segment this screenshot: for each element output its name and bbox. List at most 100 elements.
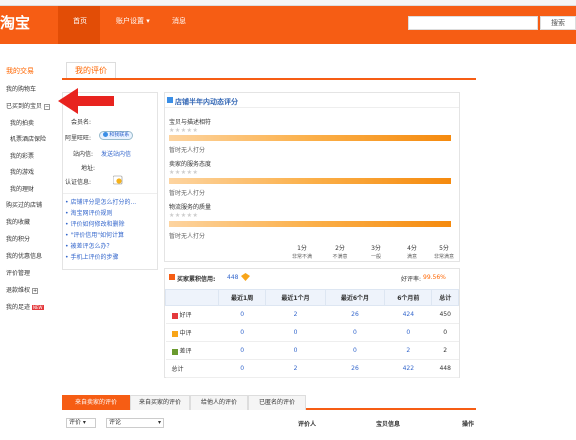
- help-link-mobile[interactable]: • 手机上评价的步骤: [65, 252, 118, 261]
- comment-filter-select[interactable]: 评论 ▾: [106, 418, 164, 428]
- tab-from-seller[interactable]: 来自卖家的评价: [62, 395, 130, 410]
- rating-label-service: 卖家的服务态度: [169, 161, 212, 168]
- search-button[interactable]: 搜索: [540, 16, 576, 30]
- no-score-service: 暂时无人打分: [169, 190, 206, 197]
- sidebar-item-games[interactable]: 我的游戏: [10, 167, 34, 176]
- sidebar-item-favorites[interactable]: 我的收藏: [6, 217, 30, 226]
- sidebar-item-lottery[interactable]: 我的彩票: [10, 151, 34, 160]
- good-month[interactable]: 2: [265, 305, 326, 324]
- filter-row: 评价 ▾ 评论 ▾ 评价人 宝贝信息 操作: [62, 418, 476, 432]
- col-week: 最近1周: [217, 289, 267, 306]
- sitemail-label: 站内信:: [73, 151, 94, 158]
- taobao-logo[interactable]: 淘宝: [0, 12, 30, 33]
- shop-rating-panel: 店铺半年内动态评分 宝贝与描述相符 ★★★★★ 暂时无人打分 卖家的服务态度 ★…: [164, 92, 460, 262]
- credit-score: 448: [227, 274, 239, 281]
- col-action: 操作: [462, 421, 475, 428]
- wangwang-label: 阿里旺旺:: [65, 135, 92, 142]
- credit-table-header: 最近1周 最近1个月 最近6个月 6个月前 总计: [165, 289, 459, 306]
- total-6months[interactable]: 26: [325, 359, 385, 378]
- nav-account-settings[interactable]: 账户设置 ▾: [116, 16, 150, 26]
- scale-2: 2分: [335, 245, 345, 252]
- neutral-review-icon: [171, 330, 178, 337]
- credit-title-icon: [169, 274, 175, 280]
- scale-1-label: 非常不满: [291, 254, 312, 260]
- sidebar-item-coupons[interactable]: 我的优惠信息: [6, 251, 42, 260]
- neutral-month[interactable]: 0: [265, 323, 326, 342]
- stars-logistics: ★★★★★: [169, 212, 199, 219]
- col-before-6months: 6个月前: [384, 289, 433, 306]
- send-sitemail-link[interactable]: 发送站内信: [101, 149, 131, 158]
- help-link-credit[interactable]: • "评价信用"如何计算: [65, 230, 124, 239]
- sidebar-group-trades: 我的交易: [6, 67, 34, 75]
- buyer-credit-panel: 买家累积信用: 448 好评率: 99.56% 最近1周 最近1个月 最近6个月…: [164, 268, 460, 378]
- expand-icon[interactable]: +: [32, 287, 39, 294]
- sidebar-item-refunds[interactable]: 退款维权 +: [6, 285, 39, 294]
- help-link-modify[interactable]: • 评价如何修改和删除: [65, 219, 124, 228]
- neutral-week[interactable]: 0: [218, 323, 266, 342]
- good-6months[interactable]: 26: [325, 305, 385, 324]
- scale-1: 1分: [297, 245, 307, 252]
- total-month[interactable]: 2: [265, 359, 326, 378]
- neutral-before[interactable]: 0: [384, 323, 432, 342]
- rating-label-description: 宝贝与描述相符: [169, 119, 212, 126]
- total-week[interactable]: 0: [218, 359, 266, 378]
- bad-before[interactable]: 2: [384, 341, 432, 360]
- neutral-total: 0: [431, 323, 459, 342]
- col-item-info: 宝贝信息: [376, 421, 401, 428]
- bad-week[interactable]: 0: [218, 341, 266, 360]
- col-total: 总计: [431, 289, 459, 306]
- nav-messages[interactable]: 消息: [172, 16, 186, 26]
- bad-total: 2: [431, 341, 459, 360]
- sidebar-item-shops[interactable]: 购买过的店铺: [6, 200, 42, 209]
- col-6months: 最近6个月: [324, 289, 386, 306]
- rating-bar-description: [169, 135, 451, 141]
- help-link-rules[interactable]: • 淘宝网评价规则: [65, 208, 112, 217]
- sidebar-item-bought[interactable]: 已买到的宝贝 −: [6, 101, 51, 110]
- scale-5-label: 非常满意: [433, 254, 454, 260]
- sidebar-item-reviews[interactable]: 评价管理: [6, 268, 30, 277]
- neutral-6months[interactable]: 0: [325, 323, 385, 342]
- sidebar-item-footprint[interactable]: 我的足迹 NEW: [6, 302, 44, 311]
- row-label-bad: 差评: [165, 341, 219, 360]
- good-week[interactable]: 0: [218, 305, 266, 324]
- bad-month[interactable]: 0: [265, 341, 326, 360]
- good-rate-label: 好评率:: [401, 276, 422, 283]
- help-link-rating[interactable]: • 店铺评分是怎么打分的...: [65, 197, 136, 206]
- cert-label: 认证信息:: [65, 179, 92, 186]
- sidebar-item-cart[interactable]: 我的购物车: [6, 84, 36, 93]
- rating-filter-select[interactable]: 评价 ▾: [66, 418, 96, 428]
- table-row: 差评 0 0 0 2 2: [165, 341, 459, 360]
- nav-home[interactable]: 首页: [73, 16, 87, 26]
- stars-description: ★★★★★: [169, 127, 199, 134]
- address-label: 地址:: [81, 165, 96, 172]
- bad-6months[interactable]: 0: [325, 341, 385, 360]
- wangwang-contact-button[interactable]: 和我联系: [99, 131, 133, 140]
- rating-bar-service: [169, 178, 451, 184]
- search-input[interactable]: [408, 16, 538, 30]
- tab-to-others[interactable]: 给他人的评价: [190, 395, 248, 410]
- scale-3: 3分: [371, 245, 381, 252]
- tab-from-buyer[interactable]: 来自买家的评价: [130, 395, 190, 410]
- sidebar-item-points[interactable]: 我的积分: [6, 234, 30, 243]
- sidebar-item-travel[interactable]: 机票酒店保险: [10, 134, 46, 143]
- cert-shield-icon[interactable]: [113, 175, 123, 185]
- scale-5: 5分: [439, 245, 449, 252]
- new-badge: NEW: [32, 305, 44, 310]
- tab-my-reviews[interactable]: 我的评价: [66, 62, 116, 78]
- red-arrow-annotation: [58, 88, 114, 114]
- tab-anonymous[interactable]: 已匿名的评价: [248, 395, 306, 410]
- rating-title: 店铺半年内动态评分: [175, 98, 238, 106]
- sidebar-item-auction[interactable]: 我的拍卖: [10, 118, 34, 127]
- good-before[interactable]: 424: [384, 305, 432, 324]
- row-label-total: 总计: [165, 359, 219, 378]
- table-row: 总计 0 2 26 422 448: [165, 359, 459, 378]
- credit-title: 买家累积信用:: [177, 276, 216, 283]
- help-link-bad-review[interactable]: • 被差评怎么办？: [65, 241, 112, 250]
- good-rate-value: 99.56%: [423, 274, 446, 281]
- total-before[interactable]: 422: [384, 359, 432, 378]
- review-tabbar: 我的评价: [62, 62, 476, 80]
- sidebar-item-finance[interactable]: 我的理财: [10, 184, 34, 193]
- collapse-icon[interactable]: −: [44, 103, 51, 110]
- col-reviewer: 评价人: [298, 421, 317, 428]
- credit-table: 最近1周 最近1个月 最近6个月 6个月前 总计 好评 0 2 26 424 4…: [165, 289, 459, 378]
